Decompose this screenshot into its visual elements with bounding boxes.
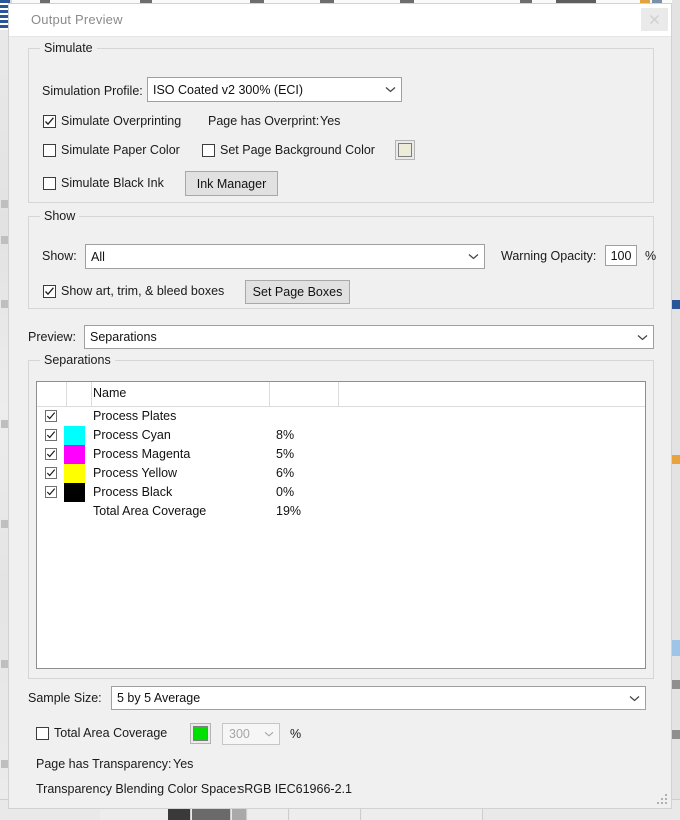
separation-name: Total Area Coverage xyxy=(93,504,207,518)
show-group-title: Show xyxy=(40,209,80,223)
preview-value: Separations xyxy=(90,330,157,344)
total-area-coverage-swatch[interactable] xyxy=(190,723,211,744)
separation-color-swatch xyxy=(64,426,85,445)
close-button[interactable] xyxy=(641,8,668,31)
separation-percent: 5% xyxy=(276,447,295,461)
simulation-profile-value: ISO Coated v2 300% (ECI) xyxy=(153,82,304,97)
close-icon xyxy=(650,15,659,24)
show-combobox[interactable]: All xyxy=(85,244,485,269)
resize-grip[interactable] xyxy=(655,792,667,804)
table-row[interactable]: Process Yellow 6% xyxy=(37,464,645,483)
show-boxes-checkbox[interactable] xyxy=(43,285,56,298)
separation-percent: 8% xyxy=(276,428,295,442)
chevron-down-icon[interactable] xyxy=(379,78,401,101)
separations-group-title: Separations xyxy=(40,353,115,367)
show-label: Show: xyxy=(42,249,77,263)
dialog-title: Output Preview xyxy=(31,12,123,27)
chevron-down-icon[interactable] xyxy=(462,245,484,268)
separation-visibility-checkbox[interactable] xyxy=(45,467,57,479)
column-header-name: Name xyxy=(93,386,127,400)
screen: Output Preview Simulate Simulation Profi… xyxy=(0,0,680,820)
checkmark-icon xyxy=(46,469,56,477)
background-right-mark xyxy=(672,680,680,689)
warning-opacity-input[interactable]: 100 xyxy=(605,245,637,266)
warning-opacity-unit: % xyxy=(645,249,657,263)
ink-manager-button[interactable]: Ink Manager xyxy=(185,171,278,196)
background-right-mark xyxy=(672,730,680,739)
total-area-coverage-label[interactable]: Total Area Coverage xyxy=(54,726,167,740)
simulate-overprinting-checkbox[interactable] xyxy=(43,115,56,128)
simulate-group-title: Simulate xyxy=(40,41,97,55)
preview-label: Preview: xyxy=(28,330,76,344)
table-row[interactable]: Process Magenta 5% xyxy=(37,445,645,464)
dialog-titlebar[interactable]: Output Preview xyxy=(9,4,671,37)
checkmark-icon xyxy=(45,287,54,296)
separation-visibility-checkbox[interactable] xyxy=(45,410,57,422)
background-right-panel xyxy=(672,0,680,820)
separation-visibility-checkbox[interactable] xyxy=(45,448,57,460)
transparency-blending-label: Transparency Blending Color Space: xyxy=(36,782,240,796)
chevron-down-icon[interactable] xyxy=(259,724,279,744)
separation-percent: 6% xyxy=(276,466,295,480)
separation-color-swatch xyxy=(64,445,85,464)
simulate-paper-color-label[interactable]: Simulate Paper Color xyxy=(61,143,180,157)
separation-visibility-checkbox[interactable] xyxy=(45,429,57,441)
checkmark-icon xyxy=(46,450,56,458)
background-right-mark xyxy=(672,455,680,464)
checkmark-icon xyxy=(46,431,56,439)
table-row[interactable]: Process Black 0% xyxy=(37,483,645,502)
page-has-overprint-value: Yes xyxy=(320,114,341,128)
set-page-boxes-button[interactable]: Set Page Boxes xyxy=(245,280,350,304)
sample-size-combobox[interactable]: 5 by 5 Average xyxy=(111,686,646,710)
total-area-coverage-unit: % xyxy=(290,727,302,741)
page-background-color-fill xyxy=(398,143,412,157)
simulate-black-ink-checkbox[interactable] xyxy=(43,177,56,190)
table-row[interactable]: Process Cyan 8% xyxy=(37,426,645,445)
simulation-profile-label: Simulation Profile: xyxy=(42,84,143,98)
set-page-background-color-checkbox[interactable] xyxy=(202,144,215,157)
preview-combobox[interactable]: Separations xyxy=(84,325,654,349)
separation-name: Process Cyan xyxy=(93,428,171,442)
show-boxes-label[interactable]: Show art, trim, & bleed boxes xyxy=(61,284,224,298)
separation-name: Process Yellow xyxy=(93,466,178,480)
simulate-paper-color-checkbox[interactable] xyxy=(43,144,56,157)
chevron-down-icon[interactable] xyxy=(631,326,653,348)
table-row[interactable]: Total Area Coverage 19% xyxy=(37,502,645,521)
separation-percent: 19% xyxy=(276,504,302,518)
checkmark-icon xyxy=(46,412,56,420)
separation-name: Process Black xyxy=(93,485,173,499)
separations-list[interactable]: Name Process Plates Process Cyan 8% Process… xyxy=(36,381,646,669)
separations-list-header: Name xyxy=(37,382,645,407)
separation-visibility-checkbox[interactable] xyxy=(45,486,57,498)
page-has-transparency-label: Page has Transparency: xyxy=(36,757,172,771)
total-area-coverage-checkbox[interactable] xyxy=(36,727,49,740)
page-has-transparency-value: Yes xyxy=(173,757,194,771)
table-row[interactable]: Process Plates xyxy=(37,407,645,426)
set-page-background-color-label[interactable]: Set Page Background Color xyxy=(220,143,375,157)
background-right-mark xyxy=(672,300,680,309)
separation-name: Process Plates xyxy=(93,409,177,423)
total-area-coverage-spinner[interactable]: 300 xyxy=(222,723,280,745)
page-has-overprint-label: Page has Overprint: xyxy=(208,114,320,128)
checkmark-icon xyxy=(46,488,56,496)
simulate-overprinting-label[interactable]: Simulate Overprinting xyxy=(61,114,181,128)
separation-color-swatch xyxy=(64,483,85,502)
background-right-mark xyxy=(672,640,680,656)
separation-color-swatch xyxy=(64,464,85,483)
separation-name: Process Magenta xyxy=(93,447,191,461)
sample-size-label: Sample Size: xyxy=(28,691,102,705)
simulate-black-ink-label[interactable]: Simulate Black Ink xyxy=(61,176,164,190)
page-background-color-swatch[interactable] xyxy=(395,140,415,160)
total-area-coverage-value: 300 xyxy=(229,727,250,741)
warning-opacity-label: Warning Opacity: xyxy=(501,249,597,263)
separation-percent: 0% xyxy=(276,485,295,499)
show-value: All xyxy=(91,249,105,264)
output-preview-dialog: Output Preview Simulate Simulation Profi… xyxy=(8,3,672,809)
total-area-coverage-color-fill xyxy=(193,726,208,741)
transparency-blending-value: sRGB IEC61966-2.1 xyxy=(238,782,352,796)
simulation-profile-combobox[interactable]: ISO Coated v2 300% (ECI) xyxy=(147,77,402,102)
chevron-down-icon[interactable] xyxy=(623,687,645,709)
sample-size-value: 5 by 5 Average xyxy=(117,691,201,705)
checkmark-icon xyxy=(45,117,54,126)
